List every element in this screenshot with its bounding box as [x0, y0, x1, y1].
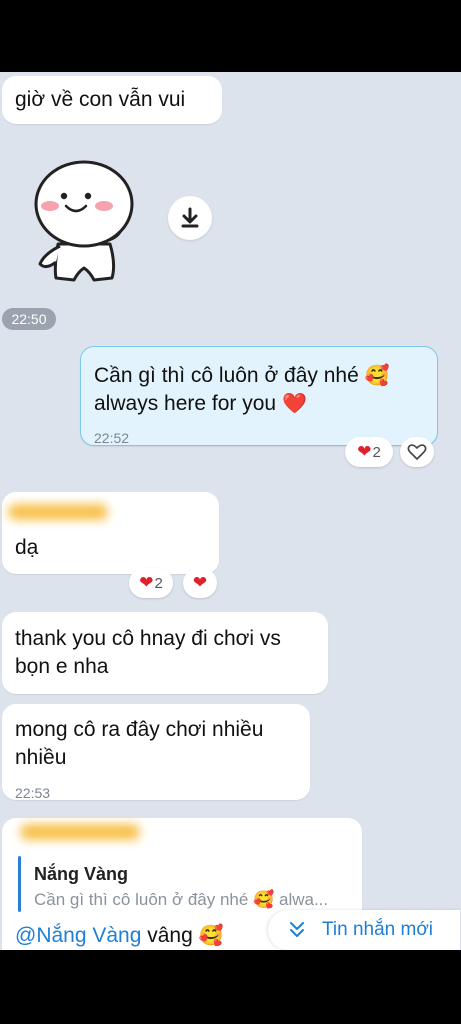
smiling-hearts-emoji: 🥰 — [253, 890, 275, 909]
own-message-bubble[interactable]: Cần gì thì cô luôn ở đây nhé 🥰 always he… — [80, 346, 438, 446]
heart-icon: ❤ — [357, 442, 372, 461]
quote-author: Nắng Vàng — [34, 864, 129, 884]
sticker-timestamp: 22:50 — [2, 308, 56, 330]
message-bubble[interactable]: mong cô ra đây chơi nhiều nhiều 22:53 — [2, 704, 310, 801]
message-text-line2: always here for you ❤️ — [94, 392, 307, 415]
redacted-sender-name — [8, 504, 108, 520]
red-heart-emoji: ❤️ — [281, 393, 307, 415]
message-bubble[interactable]: giờ về con vẫn vui — [2, 76, 222, 124]
reaction-count: 2 — [372, 443, 381, 461]
message-timestamp: 22:53 — [15, 785, 51, 801]
heart-icon: ❤ — [192, 573, 208, 592]
message-timestamp: 22:52 — [94, 430, 130, 446]
quoted-message[interactable]: Nắng Vàng Cần gì thì cô luôn ở đây nhé 🥰… — [28, 856, 358, 912]
smiling-hearts-emoji: 🥰 — [198, 925, 224, 947]
mention-link[interactable]: @Nắng Vàng — [15, 924, 141, 947]
redacted-sender-name — [20, 824, 140, 840]
add-reaction-button[interactable] — [400, 437, 434, 467]
my-reaction-button[interactable]: ❤ — [183, 568, 217, 598]
heart-outline-icon — [407, 444, 427, 460]
message-text-line2: nhiều — [15, 746, 67, 769]
message-text: giờ về con vẫn vui — [15, 88, 186, 111]
sticker-character-icon — [34, 160, 134, 282]
reaction-badge[interactable]: ❤ 2 — [345, 437, 393, 467]
sticker-image[interactable] — [26, 160, 146, 282]
heart-icon: ❤ — [139, 573, 154, 592]
message-text: @Nắng Vàng vâng 🥰 — [15, 924, 224, 947]
new-messages-label: Tin nhắn mới — [322, 919, 434, 940]
message-text-line1: mong cô ra đây chơi nhiều — [15, 718, 264, 741]
message-bubble[interactable]: dạ — [2, 492, 219, 574]
message-bubble[interactable]: thank you cô hnay đi chơi vs bọn e nha — [2, 612, 328, 694]
smiling-hearts-emoji: 🥰 — [364, 365, 390, 387]
download-icon — [181, 207, 199, 228]
double-chevron-down-icon — [290, 922, 304, 937]
chat-area[interactable]: giờ về con vẫn vui 22:50 Cần gì thì cô l… — [0, 72, 461, 950]
quote-bar — [18, 856, 21, 912]
new-messages-button[interactable]: Tin nhắn mới — [268, 910, 460, 950]
message-text-line2: bọn e nha — [15, 655, 109, 678]
download-button[interactable] — [168, 196, 212, 240]
reaction-count: 2 — [154, 574, 163, 592]
message-text: dạ — [15, 536, 39, 559]
message-text-line1: thank you cô hnay đi chơi vs — [15, 627, 281, 650]
message-text-line1: Cần gì thì cô luôn ở đây nhé 🥰 — [94, 364, 390, 387]
reaction-badge[interactable]: ❤ 2 — [129, 568, 173, 598]
